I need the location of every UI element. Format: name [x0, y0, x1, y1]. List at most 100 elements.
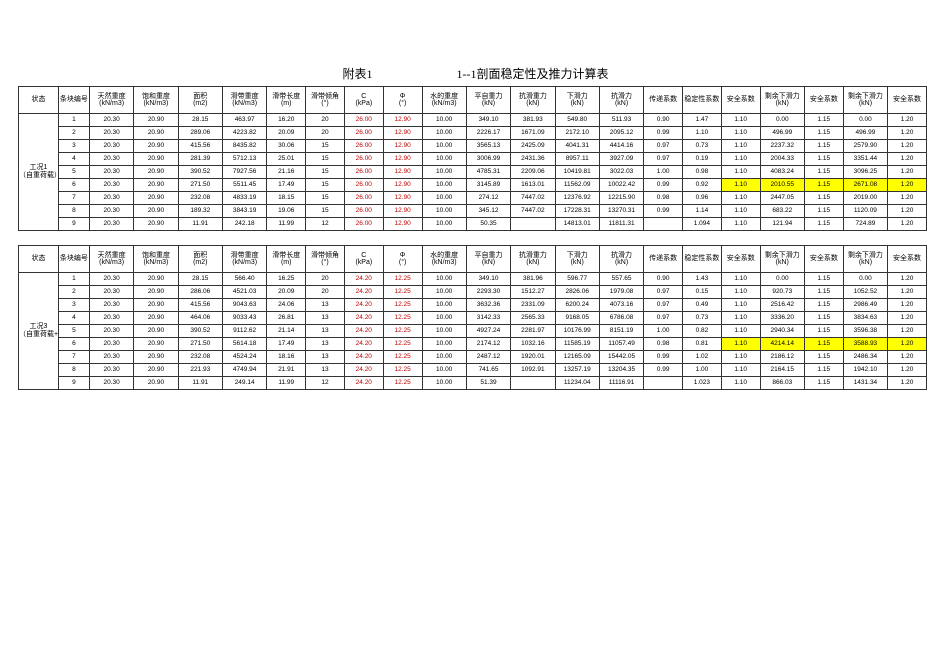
- col-header: 天然重度(kN/m3): [89, 246, 133, 273]
- cell: 5712.13: [222, 153, 266, 166]
- cell: 3: [58, 140, 89, 153]
- cell: 10419.81: [555, 166, 599, 179]
- cell: 2172.10: [555, 127, 599, 140]
- cell: 10.00: [422, 338, 466, 351]
- cell: 2331.09: [511, 299, 555, 312]
- cell: 3006.99: [466, 153, 510, 166]
- cell: 0.82: [683, 325, 722, 338]
- cell: 5614.18: [222, 338, 266, 351]
- cell: 12165.09: [555, 351, 599, 364]
- cell: 6200.24: [555, 299, 599, 312]
- cell: 1.02: [683, 351, 722, 364]
- cell: 12.90: [383, 205, 422, 218]
- cell: 496.99: [760, 127, 804, 140]
- cell: 1.20: [888, 364, 927, 377]
- table-row: 520.3020.90390.527927.5621.161526.0012.9…: [19, 166, 927, 179]
- cell: 2565.33: [511, 312, 555, 325]
- cell: 8151.19: [599, 325, 643, 338]
- col-header: 面积(m2): [178, 246, 222, 273]
- cell: 4414.16: [599, 140, 643, 153]
- cell: 0.81: [683, 338, 722, 351]
- cell: 24.20: [344, 351, 383, 364]
- cell: 3022.03: [599, 166, 643, 179]
- cell: 12.90: [383, 179, 422, 192]
- cell: 10.00: [422, 179, 466, 192]
- cell: 1.10: [683, 127, 722, 140]
- cell: 12.25: [383, 312, 422, 325]
- cell: 20.90: [134, 299, 178, 312]
- cell: 2516.42: [760, 299, 804, 312]
- cell: 7927.56: [222, 166, 266, 179]
- cell: 20.90: [134, 286, 178, 299]
- cell: 1.15: [804, 364, 843, 377]
- cell: 20.30: [89, 140, 133, 153]
- cell: 0.99: [644, 351, 683, 364]
- cell: 496.99: [843, 127, 887, 140]
- cell: 1.10: [721, 179, 760, 192]
- table-row: 620.3020.90271.505511.4517.491526.0012.9…: [19, 179, 927, 192]
- cell: 866.03: [760, 377, 804, 390]
- cell: 1.15: [804, 377, 843, 390]
- col-header: 水的重度(kN/m3): [422, 246, 466, 273]
- cell: 10.00: [422, 218, 466, 231]
- cell: 24.20: [344, 273, 383, 286]
- cell: [644, 218, 683, 231]
- cell: 249.14: [222, 377, 266, 390]
- cell: 2095.12: [599, 127, 643, 140]
- cell: 24.20: [344, 299, 383, 312]
- cell: 12.25: [383, 364, 422, 377]
- cell: 3588.93: [843, 338, 887, 351]
- cell: 4073.16: [599, 299, 643, 312]
- cell: 549.80: [555, 114, 599, 127]
- cell: 1.10: [721, 299, 760, 312]
- cell: 20.30: [89, 286, 133, 299]
- cell: 13: [306, 299, 345, 312]
- cell: 15: [306, 179, 345, 192]
- col-header: C(kPa): [344, 87, 383, 114]
- cell: 3336.20: [760, 312, 804, 325]
- cell: 25.01: [267, 153, 306, 166]
- cell: 0.98: [644, 338, 683, 351]
- cell: 16.20: [267, 114, 306, 127]
- cell: 26.00: [344, 127, 383, 140]
- cell: 1.10: [721, 166, 760, 179]
- cell: 2019.00: [843, 192, 887, 205]
- cell: 30.06: [267, 140, 306, 153]
- col-header: 抗滑力(kN): [599, 246, 643, 273]
- cell: 3142.33: [466, 312, 510, 325]
- cell: 1.20: [888, 205, 927, 218]
- cell: 18.15: [267, 192, 306, 205]
- cell: 10.00: [422, 273, 466, 286]
- cell: 26.00: [344, 166, 383, 179]
- cell: 1.20: [888, 140, 927, 153]
- col-header: 稳定性系数: [683, 246, 722, 273]
- cell: 1032.16: [511, 338, 555, 351]
- cell: 1.10: [721, 127, 760, 140]
- cell: 24.20: [344, 377, 383, 390]
- cell: 12.90: [383, 127, 422, 140]
- cell: 1092.91: [511, 364, 555, 377]
- cell: 12.25: [383, 377, 422, 390]
- cell: 0.19: [683, 153, 722, 166]
- cell: 1.15: [804, 179, 843, 192]
- cell: 1.20: [888, 218, 927, 231]
- cell: 511.93: [599, 114, 643, 127]
- state-cell: 工况1（自重荷载）: [19, 114, 59, 231]
- cell: [644, 377, 683, 390]
- cell: 6: [58, 179, 89, 192]
- col-header: 剩余下滑力(kN): [843, 87, 887, 114]
- cell: 10.00: [422, 166, 466, 179]
- col-header: 饱和重度(kN/m3): [134, 246, 178, 273]
- cell: 9: [58, 377, 89, 390]
- cell: 12.90: [383, 166, 422, 179]
- cell: 20.09: [267, 127, 306, 140]
- cell: 5: [58, 166, 89, 179]
- cell: 345.12: [466, 205, 510, 218]
- cell: 10.00: [422, 286, 466, 299]
- table-row: 420.3020.90464.069033.4326.811324.2012.2…: [19, 312, 927, 325]
- cell: 20.90: [134, 273, 178, 286]
- cell: 1.10: [721, 312, 760, 325]
- cell: 26.00: [344, 205, 383, 218]
- cell: 13: [306, 312, 345, 325]
- cell: 1.20: [888, 153, 927, 166]
